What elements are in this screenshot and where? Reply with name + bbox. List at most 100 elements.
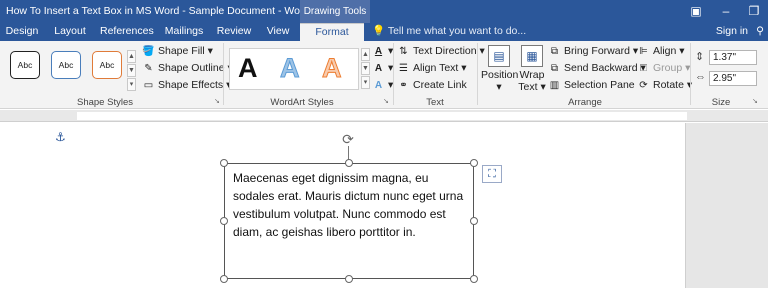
ribbon-tabs: Design Layout References Mailings Review… xyxy=(0,23,768,41)
anchor-icon: ⚓ xyxy=(55,130,66,144)
gallery-up-icon[interactable]: ▲ xyxy=(127,50,136,63)
text-direction-icon: ⇅ xyxy=(399,46,408,57)
selection-pane-button[interactable]: ▥ Selection Pane xyxy=(548,78,635,93)
create-link-label: Create Link xyxy=(413,79,467,91)
text-effects-button[interactable]: A ▾ xyxy=(372,78,393,93)
align-text-button[interactable]: ☰ Align Text ▾ xyxy=(397,61,467,76)
drawing-tools-label: Drawing Tools xyxy=(300,0,370,23)
resize-handle-top[interactable] xyxy=(345,159,353,167)
tab-view[interactable]: View xyxy=(262,23,294,41)
shape-style-3-label: Abc xyxy=(99,60,115,70)
align-text-icon: ☰ xyxy=(399,63,408,74)
group-button[interactable]: ⧠ Group ▾ xyxy=(637,61,691,76)
ruler-text-area xyxy=(77,112,687,120)
shape-styles-launcher-icon[interactable]: ↘ xyxy=(214,98,222,106)
bring-forward-label: Bring Forward xyxy=(564,45,630,57)
bring-forward-button[interactable]: ⧉ Bring Forward ▾ xyxy=(548,44,638,59)
size-launcher-icon[interactable]: ↘ xyxy=(752,98,760,106)
text-fill-button[interactable]: A ▾ xyxy=(372,44,393,59)
wordart-launcher-icon[interactable]: ↘ xyxy=(383,98,391,106)
tab-mailings[interactable]: Mailings xyxy=(162,23,206,41)
arrange-group-label: Arrange xyxy=(568,97,602,108)
shape-fill-label: Shape Fill xyxy=(158,45,205,57)
align-button[interactable]: ⊫ Align ▾ xyxy=(637,44,684,59)
wordart-down-icon[interactable]: ▼ xyxy=(361,62,370,75)
paint-bucket-icon: 🪣 xyxy=(142,46,155,57)
gallery-more-icon[interactable]: ▾ xyxy=(127,78,136,91)
send-backward-button[interactable]: ⧉ Send Backward ▾ xyxy=(548,61,646,76)
create-link-button[interactable]: ⚭ Create Link xyxy=(397,78,467,93)
ribbon-display-icon[interactable]: ▣ xyxy=(684,2,708,20)
shape-style-3[interactable]: Abc xyxy=(92,51,122,79)
resize-handle-bottom-right[interactable] xyxy=(470,275,478,283)
layout-options-icon[interactable]: ⛶ xyxy=(482,165,502,183)
wordart-gallery: A A A xyxy=(229,48,359,90)
shape-style-2[interactable]: Abc xyxy=(51,51,81,79)
text-box[interactable]: Maecenas eget dignissim magna, eu sodale… xyxy=(224,163,474,279)
position-label: Position xyxy=(481,69,519,81)
title-bar: How To Insert a Text Box in MS Word - Sa… xyxy=(0,0,768,23)
text-group-label: Text xyxy=(426,97,444,108)
rotate-label: Rotate xyxy=(653,79,684,91)
resize-handle-right[interactable] xyxy=(470,217,478,225)
gallery-down-icon[interactable]: ▼ xyxy=(127,64,136,77)
position-button[interactable]: ▤ Position ▾ xyxy=(481,45,519,93)
horizontal-ruler[interactable] xyxy=(0,110,768,122)
tab-layout[interactable]: Layout xyxy=(52,23,88,41)
restore-icon[interactable]: ❐ xyxy=(742,2,766,20)
sign-in-link[interactable]: Sign in xyxy=(712,23,748,41)
text-effects-icon: A xyxy=(374,80,383,91)
wordart-up-icon[interactable]: ▲ xyxy=(361,48,370,61)
ribbon: Abc Abc Abc ▲ ▼ ▾ 🪣 Shape Fill ▾ ✎ Shape O… xyxy=(0,41,768,109)
wordart-style-2[interactable]: A xyxy=(280,53,300,84)
tell-me-text: Tell me what you want to do... xyxy=(387,25,527,37)
resize-handle-top-right[interactable] xyxy=(470,159,478,167)
wordart-style-1[interactable]: A xyxy=(238,53,258,84)
window-title: How To Insert a Text Box in MS Word - Sa… xyxy=(6,5,310,17)
tab-references[interactable]: References xyxy=(100,23,154,41)
text-outline-icon: A xyxy=(374,63,383,74)
text-box-content[interactable]: Maecenas eget dignissim magna, eu sodale… xyxy=(233,169,469,241)
shape-outline-button[interactable]: ✎Shape Outline ▾ xyxy=(142,61,232,76)
align-icon: ⊫ xyxy=(639,46,648,57)
tab-review[interactable]: Review xyxy=(216,23,252,41)
resize-handle-top-left[interactable] xyxy=(220,159,228,167)
pencil-icon: ✎ xyxy=(144,63,153,74)
align-text-label: Align Text xyxy=(413,62,459,74)
rotation-handle-icon[interactable]: ⟳ xyxy=(341,132,355,146)
shape-styles-group-label: Shape Styles xyxy=(77,97,133,108)
shape-effects-label: Shape Effects xyxy=(158,79,224,91)
text-outline-button[interactable]: A ▾ xyxy=(372,61,393,76)
wordart-more-icon[interactable]: ▾ xyxy=(361,76,370,89)
shape-fill-button[interactable]: 🪣 Shape Fill ▾ xyxy=(142,44,213,59)
shape-width-field[interactable]: 2.95" xyxy=(709,71,757,86)
resize-handle-bottom-left[interactable] xyxy=(220,275,228,283)
rotate-button[interactable]: ⟳ Rotate ▾ xyxy=(637,78,692,93)
wordart-style-3[interactable]: A xyxy=(322,53,342,84)
resize-handle-left[interactable] xyxy=(220,217,228,225)
shape-effects-button[interactable]: ▭ Shape Effects ▾ xyxy=(142,78,232,93)
divider xyxy=(393,43,394,105)
shape-style-2-label: Abc xyxy=(58,60,74,70)
resize-handle-bottom[interactable] xyxy=(345,275,353,283)
shape-width-icon: ⇔ xyxy=(695,71,706,83)
text-direction-button[interactable]: ⇅ Text Direction ▾ xyxy=(397,44,485,59)
bring-forward-icon: ⧉ xyxy=(550,46,559,57)
wrap-text-label-2: Text xyxy=(518,81,538,93)
divider xyxy=(223,43,224,105)
tell-me-search[interactable]: 💡 Tell me what you want to do... xyxy=(372,23,532,41)
tab-format[interactable]: Format xyxy=(300,23,364,41)
share-icon[interactable]: ⚲ xyxy=(752,23,768,41)
shape-style-1[interactable]: Abc xyxy=(10,51,40,79)
position-dropdown-icon: ▾ xyxy=(496,81,502,93)
minimize-icon[interactable]: – xyxy=(714,2,738,20)
group-label: Group xyxy=(653,62,683,74)
send-backward-label: Send Backward xyxy=(564,62,638,74)
wrap-text-button[interactable]: ▦ Wrap Text ▾ xyxy=(518,45,546,93)
wordart-styles-group-label: WordArt Styles xyxy=(270,97,334,108)
wrap-text-icon: ▦ xyxy=(521,45,543,67)
send-backward-icon: ⧉ xyxy=(550,63,559,74)
shape-height-field[interactable]: 1.37" xyxy=(709,50,757,65)
text-fill-icon: A xyxy=(374,46,383,57)
tab-design[interactable]: Design xyxy=(4,23,40,41)
